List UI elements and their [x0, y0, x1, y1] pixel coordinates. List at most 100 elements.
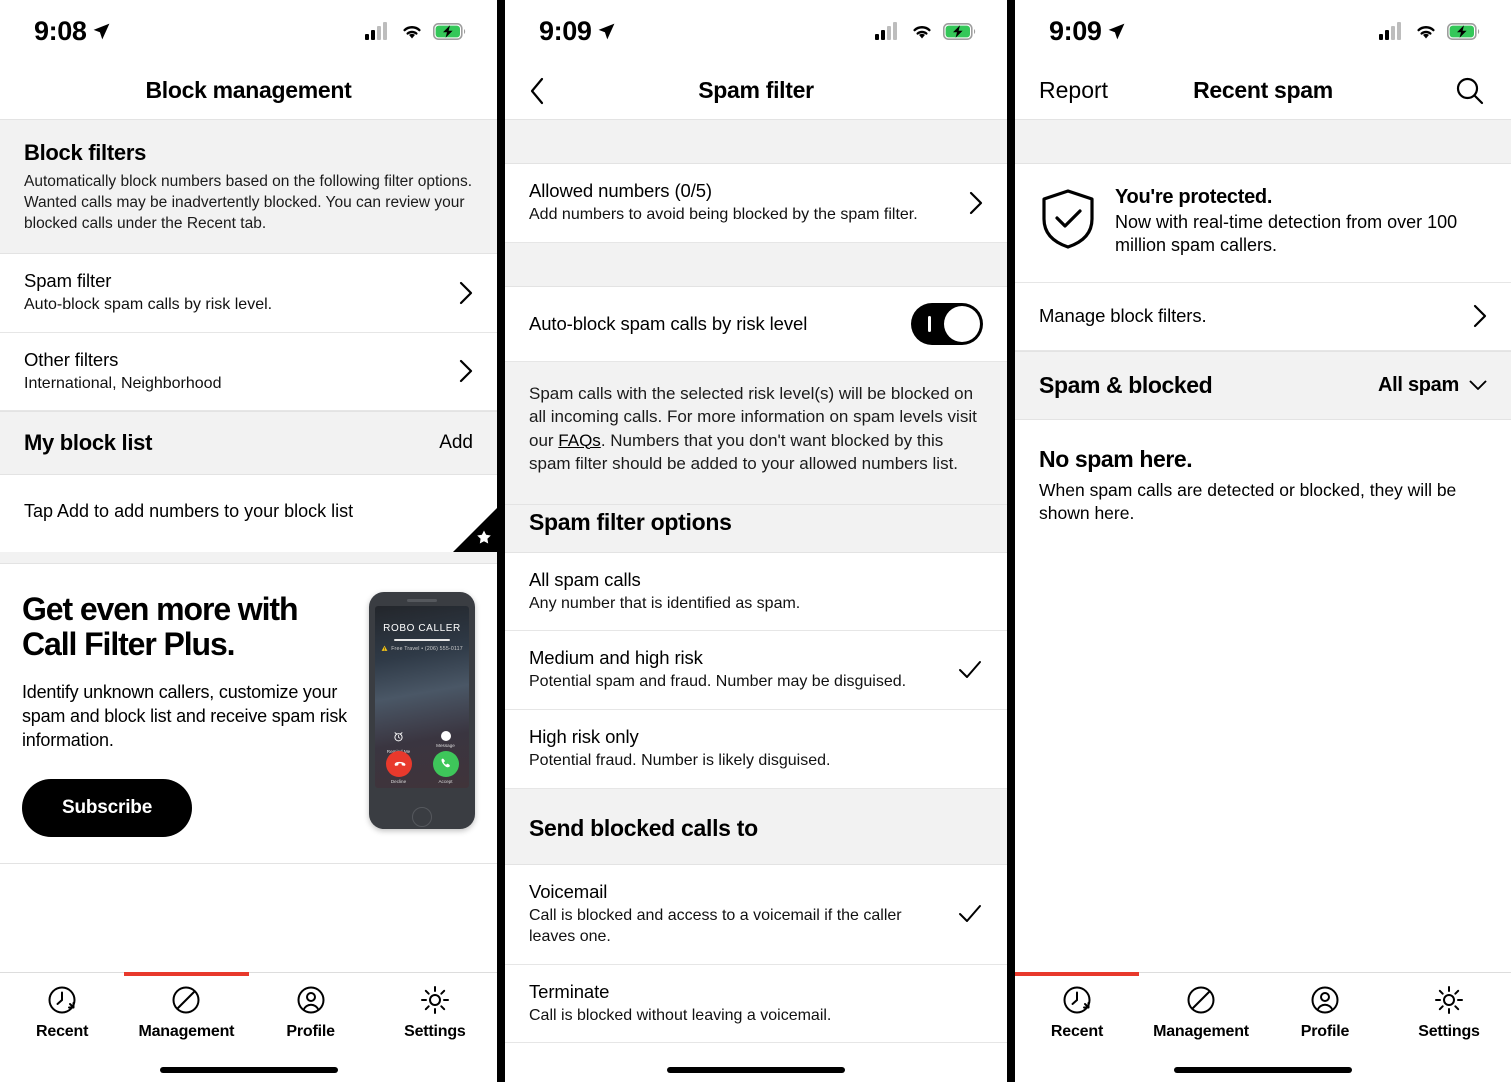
promo-card-call-filter-plus: Get even more with Call Filter Plus. Ide… [0, 564, 497, 864]
row-spam-filter-texts: Spam filter Auto-block spam calls by ris… [24, 270, 443, 316]
spam-filter-dropdown[interactable]: All spam [1378, 374, 1487, 397]
section-spacer-middle [505, 242, 1007, 287]
promo-body: Identify unknown callers, customize your… [22, 682, 347, 750]
mockup-meta-row: Free Travel • (206) 555-0117 [375, 645, 469, 652]
row-medium-high-texts: Medium and high risk Potential spam and … [529, 647, 941, 693]
battery-charging-icon [433, 22, 466, 40]
block-filters-heading: Block filters [24, 140, 147, 165]
row-allowed-numbers[interactable]: Allowed numbers (0/5) Add numbers to avo… [505, 164, 1007, 243]
sidebar-item-settings[interactable]: Settings [1387, 983, 1511, 1045]
home-indicator [159, 1067, 338, 1073]
mockup-decline-label: Decline [390, 779, 407, 785]
battery-charging-icon [943, 22, 976, 40]
gear-icon [420, 986, 449, 1014]
location-arrow-icon [1109, 23, 1125, 39]
block-list-empty-text: Tap Add to add numbers to your block lis… [24, 501, 354, 522]
block-filters-description: Automatically block numbers based on the… [24, 173, 473, 232]
row-all-spam-subtitle: Any number that is identified as spam. [529, 594, 801, 612]
row-option-medium-high-risk[interactable]: Medium and high risk Potential spam and … [505, 631, 1007, 711]
sidebar-item-management[interactable]: Management [1139, 983, 1263, 1045]
tab-label-profile: Profile [286, 1023, 335, 1040]
report-button[interactable]: Report [1039, 77, 1108, 104]
person-circle-icon [297, 986, 325, 1014]
row-other-filters[interactable]: Other filters International, Neighborhoo… [0, 332, 497, 412]
decline-call-icon [385, 751, 412, 778]
row-send-voicemail[interactable]: Voicemail Call is blocked and access to … [505, 865, 1007, 965]
block-circle-icon [172, 986, 200, 1014]
status-time: 9:09 [1049, 15, 1102, 46]
spam-blocked-header: Spam & blocked All spam [1015, 350, 1511, 420]
row-option-all-spam-calls[interactable]: All spam calls Any number that is identi… [505, 552, 1007, 632]
subscribe-button[interactable]: Subscribe [22, 778, 193, 837]
home-bar-area [505, 1053, 1007, 1082]
chevron-right-icon [459, 360, 473, 383]
status-bar: 9:08 [0, 0, 497, 62]
row-allowed-numbers-subtitle: Add numbers to avoid being blocked by th… [529, 206, 918, 223]
search-button[interactable] [1453, 74, 1487, 108]
spam-filter-description: Spam calls with the selected risk level(… [529, 382, 983, 476]
row-allowed-numbers-title: Allowed numbers (0/5) [529, 180, 712, 201]
status-bar-right [365, 22, 467, 40]
row-manage-block-filters[interactable]: Manage block filters. [1015, 282, 1511, 351]
cellular-signal-icon [365, 22, 387, 40]
row-send-terminate[interactable]: Terminate Call is blocked without leavin… [505, 964, 1007, 1044]
row-other-filters-title: Other filters [24, 348, 119, 370]
spam-filter-options-heading: Spam filter options [529, 508, 732, 535]
three-screen-comparison: 9:08 Block management Block filters Auto… [0, 0, 1511, 1082]
tab-label-recent: Recent [36, 1023, 89, 1040]
send-blocked-calls-heading: Send blocked calls to [529, 815, 758, 841]
row-terminate-texts: Terminate Call is blocked without leavin… [529, 981, 983, 1027]
sidebar-item-settings[interactable]: Settings [373, 983, 497, 1045]
sidebar-item-management[interactable]: Management [124, 983, 248, 1045]
clock-history-icon [48, 986, 76, 1014]
mockup-accept-label: Accept [438, 779, 453, 785]
screen-spam-filter: 9:09 Spam filter Allowed numbers (0/5) A… [505, 0, 1007, 1082]
tab-label-settings: Settings [404, 1023, 466, 1040]
mockup-home-button [412, 807, 432, 828]
tab-label-management: Management [1153, 1023, 1249, 1040]
tab-bar: Recent Management Profile Settings [1015, 972, 1511, 1082]
spam-blocked-heading: Spam & blocked [1039, 371, 1213, 398]
active-tab-indicator [124, 972, 249, 976]
mockup-caller-name: ROBO CALLER [383, 623, 461, 635]
block-filters-section-header: Block filters Automatically block number… [0, 120, 497, 254]
block-circle-icon [1187, 986, 1215, 1014]
wifi-icon [403, 26, 421, 39]
auto-block-toggle[interactable] [911, 302, 983, 345]
no-spam-body: When spam calls are detected or blocked,… [1039, 479, 1457, 523]
status-bar: 9:09 [1015, 0, 1511, 62]
warning-triangle-icon [381, 645, 388, 652]
row-spam-filter[interactable]: Spam filter Auto-block spam calls by ris… [0, 253, 497, 333]
mockup-message-label: Message [436, 743, 455, 749]
toggle-knob [944, 305, 980, 342]
location-arrow-icon [94, 23, 110, 39]
screen-block-management: 9:08 Block management Block filters Auto… [0, 0, 497, 1082]
row-auto-block-toggle[interactable]: Auto-block spam calls by risk level [505, 286, 1007, 362]
mockup-divider [394, 639, 450, 642]
mockup-decline: Decline [379, 751, 419, 784]
chevron-right-icon [969, 191, 983, 214]
row-other-filters-subtitle: International, Neighborhood [24, 374, 222, 392]
spam-filter-description-block: Spam calls with the selected risk level(… [505, 361, 1007, 505]
protected-heading: You're protected. [1115, 186, 1273, 208]
screen-recent-spam: 9:09 Report Recent spam You're protected… [1015, 0, 1511, 1082]
mockup-speaker [407, 599, 437, 603]
row-high-risk-subtitle: Potential fraud. Number is likely disgui… [529, 752, 831, 770]
spam-filter-value: All spam [1378, 373, 1459, 396]
row-allowed-numbers-texts: Allowed numbers (0/5) Add numbers to avo… [529, 180, 953, 226]
sidebar-item-recent[interactable]: Recent [0, 983, 124, 1045]
sidebar-item-recent[interactable]: Recent [1015, 983, 1139, 1045]
faqs-link[interactable]: FAQs [558, 431, 601, 450]
sidebar-item-profile[interactable]: Profile [1263, 983, 1387, 1045]
row-option-high-risk-only[interactable]: High risk only Potential fraud. Number i… [505, 710, 1007, 789]
no-spam-heading: No spam here. [1039, 445, 1193, 472]
status-bar-left: 9:08 [34, 16, 111, 47]
row-high-risk-texts: High risk only Potential fraud. Number i… [529, 726, 983, 772]
tab-list: Recent Management Profile Settings [0, 983, 497, 1045]
home-indicator [667, 1067, 845, 1073]
sidebar-item-profile[interactable]: Profile [249, 983, 373, 1045]
row-high-risk-title: High risk only [529, 726, 639, 748]
mockup-accept: Accept [426, 751, 466, 784]
back-button[interactable] [529, 77, 545, 105]
add-block-number-button[interactable]: Add [439, 432, 473, 454]
